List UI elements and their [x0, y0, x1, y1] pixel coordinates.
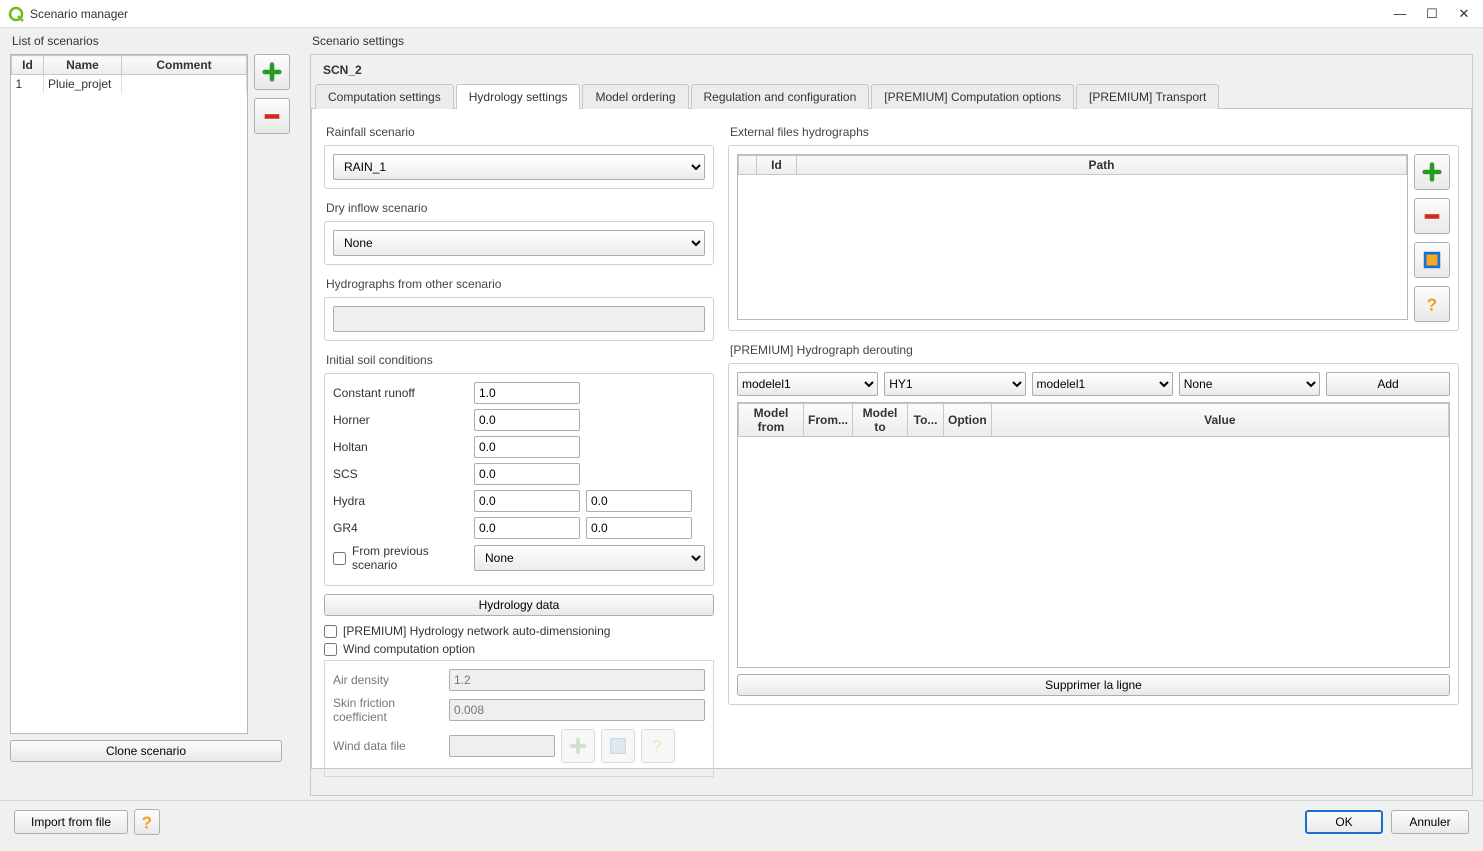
titlebar: Scenario manager — ☐ ✕ — [0, 0, 1483, 28]
horner-label: Horner — [333, 413, 468, 427]
drt-col-op[interactable]: Option — [944, 404, 992, 437]
derouting-c1[interactable]: modelel1 — [737, 372, 878, 396]
dryinflow-select[interactable]: None — [333, 230, 705, 256]
scenario-settings-label: Scenario settings — [312, 34, 1473, 48]
hydra-input2[interactable] — [586, 490, 692, 512]
scs-input[interactable] — [474, 463, 580, 485]
dryinflow-label: Dry inflow scenario — [326, 201, 714, 215]
footer: Import from file ? OK Annuler — [0, 800, 1483, 843]
window-title: Scenario manager — [30, 7, 1393, 21]
horner-input[interactable] — [474, 409, 580, 431]
ext-col-path[interactable]: Path — [797, 156, 1407, 175]
add-scenario-button[interactable] — [254, 54, 290, 90]
tab-premium-comp[interactable]: [PREMIUM] Computation options — [871, 84, 1074, 109]
tab-model-ordering[interactable]: Model ordering — [582, 84, 688, 109]
svg-text:?: ? — [1427, 294, 1438, 314]
derouting-c3[interactable]: modelel1 — [1032, 372, 1173, 396]
scenario-title: SCN_2 — [311, 55, 1472, 83]
rainfall-select[interactable]: RAIN_1 — [333, 154, 705, 180]
holtan-label: Holtan — [333, 440, 468, 454]
skin-friction-input — [449, 699, 705, 721]
tab-hydrology[interactable]: Hydrology settings — [456, 84, 581, 109]
wind-edit-button — [601, 729, 635, 763]
hydra-label: Hydra — [333, 494, 468, 508]
from-prev-checkbox[interactable] — [333, 552, 346, 565]
wind-add-button — [561, 729, 595, 763]
hydra-input1[interactable] — [474, 490, 580, 512]
constant-runoff-input[interactable] — [474, 382, 580, 404]
gr4-input1[interactable] — [474, 517, 580, 539]
wind-datafile-label: Wind data file — [333, 739, 443, 753]
constant-runoff-label: Constant runoff — [333, 386, 468, 400]
drt-col-val[interactable]: Value — [991, 404, 1448, 437]
list-scenarios-label: List of scenarios — [12, 34, 290, 48]
premium-auto-label: [PREMIUM] Hydrology network auto-dimensi… — [343, 624, 610, 638]
ext-col-id[interactable]: Id — [757, 156, 797, 175]
ext-add-button[interactable] — [1414, 154, 1450, 190]
soil-label: Initial soil conditions — [326, 353, 714, 367]
window-controls: — ☐ ✕ — [1393, 7, 1475, 21]
cancel-button[interactable]: Annuler — [1391, 810, 1469, 834]
remove-scenario-button[interactable] — [254, 98, 290, 134]
wind-option-label: Wind computation option — [343, 642, 475, 656]
drt-col-mt[interactable]: Model to — [853, 404, 908, 437]
footer-help-button[interactable]: ? — [134, 809, 160, 835]
drt-col-fr[interactable]: From... — [804, 404, 853, 437]
scs-label: SCS — [333, 467, 468, 481]
from-prev-select[interactable]: None — [474, 545, 705, 571]
derouting-add-button[interactable]: Add — [1326, 372, 1450, 396]
app-icon — [8, 6, 24, 22]
derouting-c4[interactable]: None — [1179, 372, 1320, 396]
ext-files-label: External files hydrographs — [730, 125, 1459, 139]
premium-auto-checkbox[interactable] — [324, 625, 337, 638]
col-comment[interactable]: Comment — [122, 56, 247, 75]
hydro-other-select — [333, 306, 705, 332]
derouting-table[interactable]: Model from From... Model to To... Option… — [737, 402, 1450, 668]
close-button[interactable]: ✕ — [1457, 7, 1471, 21]
svg-text:?: ? — [653, 738, 662, 756]
holtan-input[interactable] — [474, 436, 580, 458]
derouting-label: [PREMIUM] Hydrograph derouting — [730, 343, 1459, 357]
air-density-input — [449, 669, 705, 691]
col-id[interactable]: Id — [12, 56, 44, 75]
ext-files-table[interactable]: Id Path — [737, 154, 1408, 320]
from-prev-label: From previous scenario — [352, 544, 468, 572]
skin-friction-label: Skin friction coefficient — [333, 696, 443, 724]
minimize-button[interactable]: — — [1393, 7, 1407, 21]
ext-edit-button[interactable] — [1414, 242, 1450, 278]
drt-col-mf[interactable]: Model from — [739, 404, 804, 437]
tab-premium-transport[interactable]: [PREMIUM] Transport — [1076, 84, 1219, 109]
ext-remove-button[interactable] — [1414, 198, 1450, 234]
wind-datafile-input — [449, 735, 555, 757]
tab-regulation[interactable]: Regulation and configuration — [691, 84, 870, 109]
maximize-button[interactable]: ☐ — [1425, 7, 1439, 21]
ext-col-corner — [739, 156, 757, 175]
tabs: Computation settings Hydrology settings … — [311, 83, 1472, 109]
wind-option-checkbox[interactable] — [324, 643, 337, 656]
col-name[interactable]: Name — [44, 56, 122, 75]
svg-text:?: ? — [142, 812, 153, 832]
gr4-input2[interactable] — [586, 517, 692, 539]
gr4-label: GR4 — [333, 521, 468, 535]
rainfall-label: Rainfall scenario — [326, 125, 714, 139]
clone-scenario-button[interactable]: Clone scenario — [10, 740, 282, 762]
ext-help-button[interactable]: ? — [1414, 286, 1450, 322]
hydro-other-label: Hydrographs from other scenario — [326, 277, 714, 291]
derouting-c2[interactable]: HY1 — [884, 372, 1025, 396]
wind-help-button: ? — [641, 729, 675, 763]
ok-button[interactable]: OK — [1305, 810, 1383, 834]
scenario-table[interactable]: Id Name Comment 1 Pluie_projet — [10, 54, 248, 734]
import-button[interactable]: Import from file — [14, 810, 128, 834]
table-row[interactable]: 1 Pluie_projet — [12, 75, 247, 94]
air-density-label: Air density — [333, 673, 443, 687]
tab-computation[interactable]: Computation settings — [315, 84, 454, 109]
derouting-delete-button[interactable]: Supprimer la ligne — [737, 674, 1450, 696]
hydrology-data-button[interactable]: Hydrology data — [324, 594, 714, 616]
drt-col-to[interactable]: To... — [908, 404, 944, 437]
